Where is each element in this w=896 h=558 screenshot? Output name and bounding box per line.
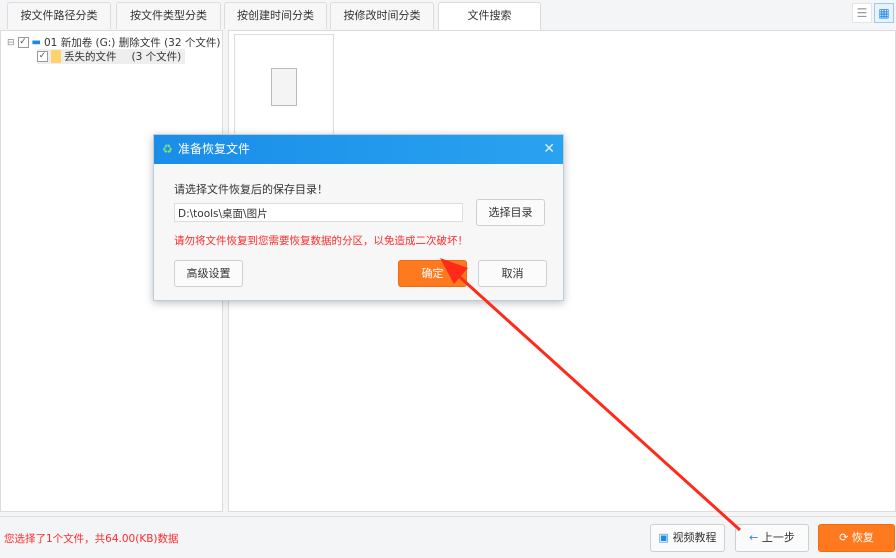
annotation-arrow: [440, 258, 742, 532]
